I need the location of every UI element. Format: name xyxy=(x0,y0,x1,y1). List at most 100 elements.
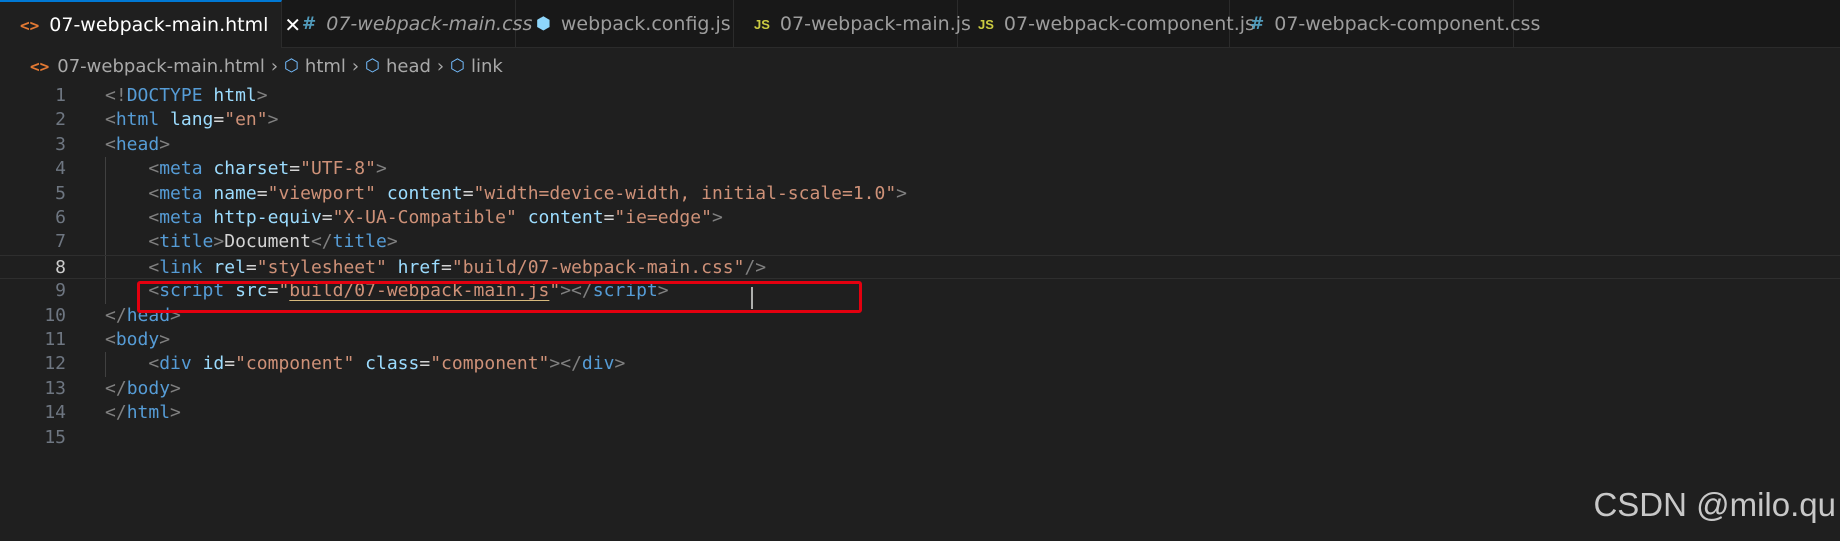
code-token: > xyxy=(159,133,171,155)
code-token: src xyxy=(235,280,268,302)
code-line[interactable]: 5 <meta name="viewport" content="width=d… xyxy=(0,181,1840,206)
code-token: head xyxy=(126,304,171,326)
code-token: </ xyxy=(105,402,127,424)
code-text: <meta http-equiv="X-UA-Compatible" conte… xyxy=(105,206,722,230)
line-number: 2 xyxy=(55,109,66,131)
line-number: 13 xyxy=(44,377,66,399)
code-token: rel xyxy=(213,256,246,278)
code-token: body xyxy=(115,329,160,350)
code-token: = xyxy=(441,256,452,278)
code-token: script xyxy=(159,280,225,302)
tab-webpack-config-js[interactable]: ⬢ webpack.config.js xyxy=(516,0,734,48)
chevron-right-icon: › xyxy=(351,55,360,77)
code-token: " xyxy=(549,280,561,302)
code-token: "component" xyxy=(430,353,550,375)
code-text: <html lang="en"> xyxy=(105,108,278,132)
code-line[interactable]: 4 <meta charset="UTF-8"> xyxy=(0,157,1840,182)
code-line[interactable]: 6 <meta http-equiv="X-UA-Compatible" con… xyxy=(0,206,1840,231)
code-token: div xyxy=(581,353,615,375)
code-token: > xyxy=(159,329,171,350)
code-token: title xyxy=(332,231,387,253)
code-line[interactable]: 11 <body> xyxy=(0,328,1840,352)
code-line[interactable]: 3 <head> xyxy=(0,133,1840,157)
code-token: = xyxy=(419,353,431,375)
code-editor[interactable]: 1 <!DOCTYPE html> 2 <html lang="en"> 3 <head>… xyxy=(0,84,1840,541)
tab-07-webpack-component-js[interactable]: JS 07-webpack-component.js xyxy=(958,0,1255,48)
tab-07-webpack-main-js[interactable]: JS 07-webpack-main.js xyxy=(734,0,971,48)
code-line[interactable]: 2 <html lang="en"> xyxy=(0,108,1840,132)
code-token: > xyxy=(657,280,669,302)
code-token: "stylesheet" xyxy=(256,256,387,278)
code-token: < xyxy=(105,329,116,350)
code-token: > xyxy=(170,402,181,424)
breadcrumb-item-label: html xyxy=(304,55,346,77)
js-file-icon: JS xyxy=(978,16,994,32)
code-line[interactable]: 8 <link rel="stylesheet" href="build/07-… xyxy=(0,254,1840,280)
code-token: > xyxy=(170,377,181,399)
line-number: 9 xyxy=(55,280,66,302)
code-text: <title>Document</title> xyxy=(105,230,397,254)
code-line[interactable]: 13 </body> xyxy=(0,377,1840,401)
code-line[interactable]: 7 <title>Document</title> xyxy=(0,230,1840,255)
code-text: <body> xyxy=(105,328,170,352)
code-token: http-equiv xyxy=(213,207,322,228)
code-line[interactable]: 10 </head> xyxy=(0,304,1840,328)
line-number: 11 xyxy=(44,329,66,350)
code-token: < xyxy=(148,231,160,253)
breadcrumb-item-html[interactable]: ⬡ html xyxy=(284,56,346,77)
code-line[interactable]: 12 <div id="component" class="component"… xyxy=(0,352,1840,377)
tab-07-webpack-main-html[interactable]: <> 07-webpack-main.html ✕ xyxy=(0,0,301,48)
code-token: < xyxy=(148,182,160,204)
cfg-file-icon: ⬢ xyxy=(536,14,551,34)
code-text: <link rel="stylesheet" href="build/07-we… xyxy=(105,256,766,280)
line-number: 10 xyxy=(44,304,66,326)
code-token: meta xyxy=(159,182,203,204)
code-line[interactable]: 1 <!DOCTYPE html> xyxy=(0,84,1840,108)
js-file-icon: JS xyxy=(754,16,770,32)
code-text: <script src="build/07-webpack-main.js"><… xyxy=(105,279,669,303)
code-text: <meta charset="UTF-8"> xyxy=(105,157,387,181)
code-line[interactable]: 9 <script src="build/07-webpack-main.js"… xyxy=(0,279,1840,304)
breadcrumb-file[interactable]: <> 07-webpack-main.html xyxy=(30,56,265,77)
line-number: 12 xyxy=(44,353,66,375)
code-token: = xyxy=(267,280,279,302)
tab-07-webpack-main-css[interactable]: #07-webpack-main.css xyxy=(282,0,532,48)
css-file-icon: # xyxy=(302,14,317,34)
code-token: "viewport" xyxy=(267,182,376,204)
breadcrumb-item-head[interactable]: ⬡ head xyxy=(365,56,431,77)
code-token: "build/07-webpack-main.css" xyxy=(451,256,745,278)
symbol-element-icon: ⬡ xyxy=(284,56,299,76)
html-file-icon: <> xyxy=(20,15,40,35)
code-line[interactable]: 15 xyxy=(0,426,1840,450)
code-token: > xyxy=(375,158,387,180)
code-token: meta xyxy=(159,158,203,180)
symbol-element-icon: ⬡ xyxy=(450,56,465,76)
breadcrumb-file-label: 07-webpack-main.html xyxy=(57,55,265,77)
breadcrumb-item-link[interactable]: ⬡ link xyxy=(450,56,503,77)
code-text: <meta name="viewport" content="width=dev… xyxy=(105,182,907,206)
code-token: = xyxy=(289,158,301,180)
code-token: = xyxy=(603,207,615,228)
code-token: lang xyxy=(170,109,214,131)
html-file-icon: <> xyxy=(30,56,50,76)
code-line[interactable]: 14 </html> xyxy=(0,401,1840,425)
code-token: content xyxy=(527,207,604,228)
line-number: 3 xyxy=(55,133,66,155)
code-token: meta xyxy=(159,207,203,228)
code-token: > xyxy=(170,304,181,326)
code-token: "component" xyxy=(235,353,355,375)
code-token: /> xyxy=(744,256,767,278)
code-token: title xyxy=(159,231,214,253)
tab-label: 07-webpack-main.css xyxy=(326,13,533,35)
tab-07-webpack-component-css[interactable]: #07-webpack-component.css xyxy=(1230,0,1540,48)
tab-label: 07-webpack-component.js xyxy=(1003,13,1255,35)
code-token: < xyxy=(148,353,160,375)
